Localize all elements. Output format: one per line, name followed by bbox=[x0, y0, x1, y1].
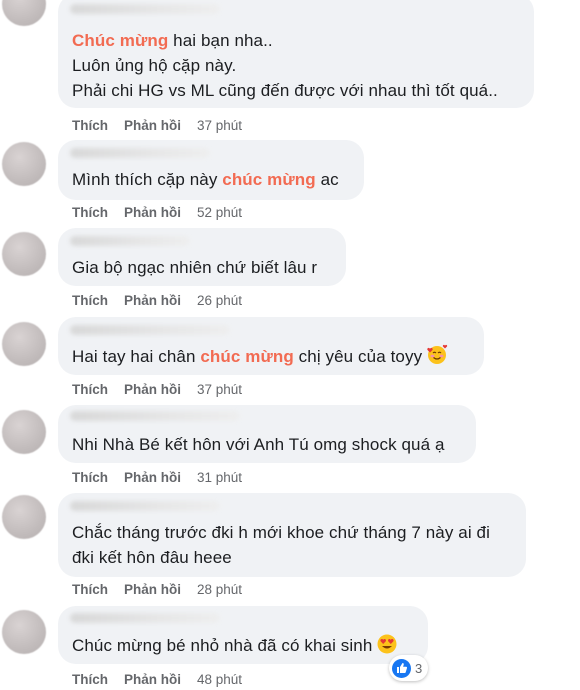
avatar[interactable] bbox=[2, 142, 46, 186]
comment-bubble: Chúc mừng bé nhỏ nhà đã có khai sinh bbox=[58, 606, 428, 664]
timestamp[interactable]: 28 phút bbox=[197, 582, 242, 597]
blurred-author-name[interactable] bbox=[70, 501, 220, 511]
reply-button[interactable]: Phản hồi bbox=[124, 672, 181, 687]
comment-line: Chắc tháng trước đki h mới khoe chứ thán… bbox=[72, 523, 490, 542]
like-button[interactable]: Thích bbox=[72, 470, 108, 485]
highlight-text: chúc mừng bbox=[200, 347, 294, 366]
comment-line: Mình thích cặp này chúc mừng ac bbox=[72, 167, 350, 192]
timestamp[interactable]: 48 phút bbox=[197, 672, 242, 687]
smiling-face-with-hearts-icon bbox=[426, 344, 448, 373]
reply-button[interactable]: Phản hồi bbox=[124, 470, 181, 485]
like-button[interactable]: Thích bbox=[72, 293, 108, 308]
comment-bubble: Nhi Nhà Bé kết hôn với Anh Tú omg shock … bbox=[58, 405, 476, 463]
like-button[interactable]: Thích bbox=[72, 382, 108, 397]
blurred-author-name[interactable] bbox=[70, 4, 220, 14]
comment-text: hai bạn nha.. bbox=[168, 31, 273, 50]
comment-line: Chúc mừng bé nhỏ nhà đã có khai sinh bbox=[72, 633, 414, 662]
blurred-author-name[interactable] bbox=[70, 325, 230, 335]
comment-bubble: Chúc mừng hai bạn nha.. Luôn ủng hộ cặp … bbox=[58, 0, 534, 108]
comment-bubble: Gia bộ ngạc nhiên chứ biết lâu r bbox=[58, 228, 346, 286]
blurred-author-name[interactable] bbox=[70, 236, 190, 246]
timestamp[interactable]: 37 phút bbox=[197, 118, 242, 133]
highlight-text: chúc mừng bbox=[222, 170, 316, 189]
comment-line: Nhi Nhà Bé kết hôn với Anh Tú omg shock … bbox=[72, 435, 445, 454]
reaction-summary[interactable]: 3 bbox=[389, 655, 429, 681]
comment-line: Gia bộ ngạc nhiên chứ biết lâu r bbox=[72, 258, 318, 277]
avatar[interactable] bbox=[2, 232, 46, 276]
like-button[interactable]: Thích bbox=[72, 118, 108, 133]
comment-line: Hai tay hai chân chúc mừng chị yêu của t… bbox=[72, 344, 470, 373]
avatar[interactable] bbox=[2, 322, 46, 366]
blurred-author-name[interactable] bbox=[70, 148, 210, 158]
timestamp[interactable]: 52 phút bbox=[197, 205, 242, 220]
comment-line: đki kết hôn đâu heee bbox=[72, 548, 232, 567]
comment-line: Luôn ủng hộ cặp này. bbox=[72, 56, 237, 75]
comment-actions: Thích Phản hồi 37 phút bbox=[72, 118, 242, 133]
comment-actions: Thích Phản hồi 52 phút bbox=[72, 205, 242, 220]
comment-text: Mình thích cặp này bbox=[72, 170, 223, 189]
blurred-author-name[interactable] bbox=[70, 613, 220, 623]
comment-actions: Thích Phản hồi 28 phút bbox=[72, 582, 242, 597]
like-button[interactable]: Thích bbox=[72, 672, 108, 687]
blurred-author-name[interactable] bbox=[70, 411, 240, 421]
reply-button[interactable]: Phản hồi bbox=[124, 293, 181, 308]
comment-text: chị yêu của toyy bbox=[293, 347, 423, 366]
thumbs-up-icon bbox=[392, 658, 411, 678]
comment-bubble: Chắc tháng trước đki h mới khoe chứ thán… bbox=[58, 493, 526, 577]
comment-bubble: Mình thích cặp này chúc mừng ac bbox=[58, 140, 364, 200]
reply-button[interactable]: Phản hồi bbox=[124, 382, 181, 397]
comment-actions: Thích Phản hồi 37 phút bbox=[72, 382, 242, 397]
comment-text: ac bbox=[315, 170, 339, 189]
reply-button[interactable]: Phản hồi bbox=[124, 118, 181, 133]
comment-actions: Thích Phản hồi 26 phút bbox=[72, 293, 242, 308]
reaction-count: 3 bbox=[415, 660, 423, 676]
reply-button[interactable]: Phản hồi bbox=[124, 582, 181, 597]
comment-text: Hai tay hai chân bbox=[72, 347, 201, 366]
comment-line: Chúc mừng hai bạn nha.. bbox=[72, 28, 520, 53]
timestamp[interactable]: 31 phút bbox=[197, 470, 242, 485]
comment-actions: Thích Phản hồi 48 phút bbox=[72, 672, 242, 687]
comment-line: Phải chi HG vs ML cũng đến được với nhau… bbox=[72, 81, 498, 100]
like-button[interactable]: Thích bbox=[72, 582, 108, 597]
comment-bubble: Hai tay hai chân chúc mừng chị yêu của t… bbox=[58, 317, 484, 375]
timestamp[interactable]: 26 phút bbox=[197, 293, 242, 308]
highlight-text: Chúc mừng bbox=[72, 31, 169, 50]
avatar[interactable] bbox=[2, 495, 46, 539]
comment-text: Chúc mừng bé nhỏ nhà đã có khai sinh bbox=[72, 636, 373, 655]
avatar[interactable] bbox=[2, 0, 46, 26]
comment-actions: Thích Phản hồi 31 phút bbox=[72, 470, 242, 485]
timestamp[interactable]: 37 phút bbox=[197, 382, 242, 397]
avatar[interactable] bbox=[2, 410, 46, 454]
like-button[interactable]: Thích bbox=[72, 205, 108, 220]
reply-button[interactable]: Phản hồi bbox=[124, 205, 181, 220]
avatar[interactable] bbox=[2, 610, 46, 654]
